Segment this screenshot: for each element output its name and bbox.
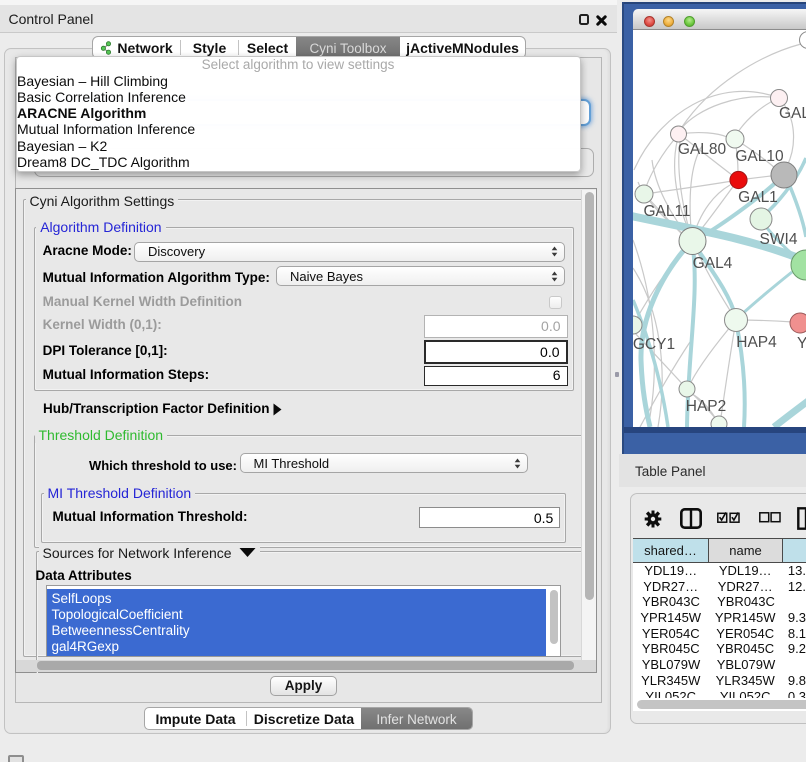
svg-text:SWI4: SWI4 — [760, 231, 798, 248]
svg-text:GAL11: GAL11 — [643, 203, 690, 220]
svg-text:Y: Y — [797, 335, 806, 352]
svg-text:GAL80: GAL80 — [678, 141, 727, 158]
svg-text:GAL7: GAL7 — [779, 105, 806, 122]
svg-text:GAL10: GAL10 — [735, 148, 784, 165]
svg-text:GAL1: GAL1 — [738, 189, 778, 206]
svg-text:GAL4: GAL4 — [693, 255, 733, 272]
svg-text:HAP4: HAP4 — [736, 334, 777, 351]
svg-text:GCY1: GCY1 — [633, 336, 675, 353]
svg-text:HAP2: HAP2 — [686, 398, 727, 415]
